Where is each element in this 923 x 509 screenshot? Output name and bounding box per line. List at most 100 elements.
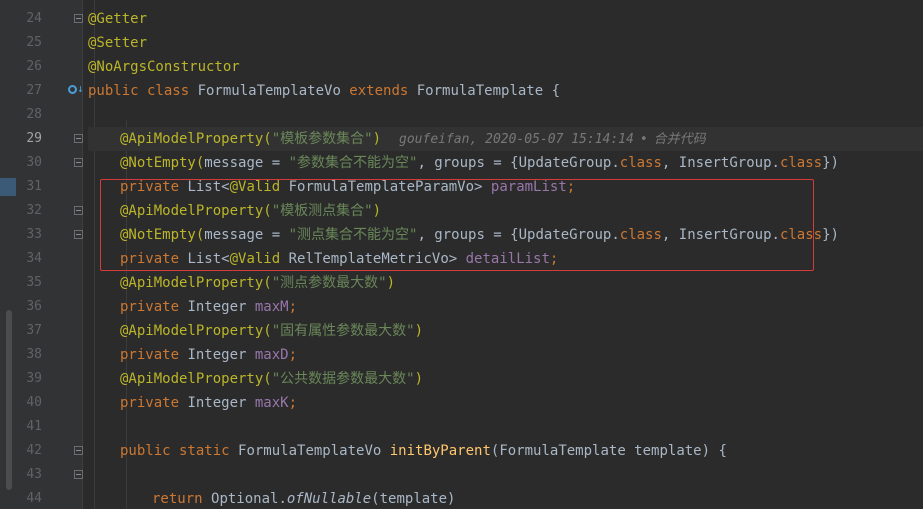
param: message = <box>204 155 289 171</box>
text: , InsertGroup. <box>661 155 780 171</box>
code-line-26[interactable]: @NoArgsConstructor <box>88 55 923 79</box>
keyword: private <box>120 395 188 411</box>
fold-marker-icon[interactable] <box>74 206 83 215</box>
annotation: @Setter <box>88 35 148 51</box>
line-number-gutter: 24 25 26 27 28 29 30 31 32 33 34 35 36 3… <box>16 0 84 509</box>
text: , groups = { <box>417 155 519 171</box>
string-literal: "模板参数集合" <box>271 131 373 147</box>
args: (template) <box>371 491 456 507</box>
semicolon: ; <box>288 299 298 315</box>
code-line-28[interactable] <box>88 103 923 127</box>
fold-marker-icon[interactable] <box>74 470 83 479</box>
fold-marker-icon[interactable] <box>74 158 83 167</box>
implementation-gutter-icon[interactable] <box>68 85 77 94</box>
code-line-38[interactable]: private Integer maxD; <box>88 343 923 367</box>
text: }) <box>822 227 839 243</box>
annotation: @ApiModelProperty( <box>120 131 272 147</box>
fold-marker-icon[interactable] <box>74 14 83 23</box>
line-number: 32 <box>26 203 42 218</box>
field-name: maxM <box>254 299 289 315</box>
line-number: 27 <box>26 83 42 98</box>
code-line-24[interactable]: @Getter <box>88 7 923 31</box>
text: UpdateGroup. <box>518 155 620 171</box>
string-literal: "公共数据参数最大数" <box>271 371 415 387</box>
line-number: 38 <box>26 347 42 362</box>
keyword: public class <box>88 83 198 99</box>
annotation: @ApiModelProperty( <box>120 323 272 339</box>
keyword: return <box>152 491 212 507</box>
annotation: @Getter <box>88 11 148 27</box>
field-name: maxK <box>254 395 289 411</box>
keyword: private <box>120 299 188 315</box>
current-position-marker <box>0 178 16 196</box>
line-number: 41 <box>26 419 42 434</box>
code-line-27[interactable]: public class FormulaTemplateVo extends F… <box>88 79 923 103</box>
text: }) <box>822 155 839 171</box>
keyword: class <box>619 155 662 171</box>
line-number: 37 <box>26 323 42 338</box>
scrollbar-thumb[interactable] <box>6 310 12 490</box>
line-number-current: 29 <box>26 131 42 146</box>
annotation: @NotEmpty( <box>120 155 205 171</box>
code-line-43[interactable] <box>88 463 923 487</box>
code-line-41[interactable] <box>88 415 923 439</box>
line-number: 36 <box>26 299 42 314</box>
fold-marker-icon[interactable] <box>74 446 83 455</box>
method-name: initByParent <box>389 443 491 459</box>
line-number: 33 <box>26 227 42 242</box>
line-number: 34 <box>26 251 42 266</box>
keyword: private <box>120 347 188 363</box>
implementation-arrow-icon[interactable]: ↓ <box>77 83 84 95</box>
code-line-42[interactable]: public static FormulaTemplateVo initByPa… <box>88 439 923 463</box>
line-number: 26 <box>26 59 42 74</box>
brace: { <box>718 443 727 459</box>
line-number: 39 <box>26 371 42 386</box>
semicolon: ; <box>288 347 298 363</box>
line-number: 40 <box>26 395 42 410</box>
code-line-36[interactable]: private Integer maxM; <box>88 295 923 319</box>
class-name: FormulaTemplate <box>416 83 552 99</box>
line-number: 31 <box>26 179 42 194</box>
code-line-30[interactable]: @NotEmpty(message = "参数集合不能为空", groups =… <box>88 151 923 175</box>
type: Integer <box>187 395 255 411</box>
fold-marker-icon[interactable] <box>74 134 83 143</box>
annotation: @NoArgsConstructor <box>88 59 240 75</box>
annotation: ) <box>414 323 424 339</box>
type: FormulaTemplateVo <box>238 443 390 459</box>
git-blame-inlay[interactable]: goufeifan, 2020-05-07 15:14:14 • 合并代码 <box>399 132 706 147</box>
fold-marker-icon[interactable] <box>74 230 83 239</box>
line-number: 44 <box>26 491 42 506</box>
annotation: @ApiModelProperty( <box>120 371 272 387</box>
type: Integer <box>187 347 255 363</box>
line-number: 43 <box>26 467 42 482</box>
annotation: @ApiModelProperty( <box>120 275 272 291</box>
code-line-39[interactable]: @ApiModelProperty("公共数据参数最大数") <box>88 367 923 391</box>
string-literal: "测点参数最大数" <box>271 275 387 291</box>
code-line-25[interactable]: @Setter <box>88 31 923 55</box>
line-number: 42 <box>26 443 42 458</box>
blame-separator: • <box>639 132 648 147</box>
line-number: 25 <box>26 35 42 50</box>
code-line-40[interactable]: private Integer maxK; <box>88 391 923 415</box>
string-literal: "参数集合不能为空" <box>288 155 418 171</box>
code-line-44[interactable]: return Optional.ofNullable(template) <box>88 487 923 509</box>
field-name: maxD <box>254 347 289 363</box>
semicolon: ; <box>288 395 298 411</box>
line-number: 28 <box>26 107 42 122</box>
type: Optional. <box>211 491 287 507</box>
static-method-call: ofNullable <box>286 491 372 507</box>
brace: { <box>551 83 561 99</box>
annotation: ) <box>414 371 424 387</box>
code-line-37[interactable]: @ApiModelProperty("固有属性参数最大数") <box>88 319 923 343</box>
blame-date: 2020-05-07 15:14:14 <box>485 132 634 147</box>
line-number: 30 <box>26 155 42 170</box>
line-number: 24 <box>26 11 42 26</box>
params: (FormulaTemplate template) <box>490 443 719 459</box>
keyword: class <box>779 155 823 171</box>
code-editor[interactable]: 24 25 26 27 28 29 30 31 32 33 34 35 36 3… <box>0 0 923 509</box>
class-name: FormulaTemplateVo <box>197 83 350 99</box>
blame-author: goufeifan <box>399 132 470 147</box>
code-line-29[interactable]: @ApiModelProperty("模板参数集合") goufeifan, 20… <box>88 127 923 151</box>
code-line-35[interactable]: @ApiModelProperty("测点参数最大数") <box>88 271 923 295</box>
annotation: ) <box>386 275 396 291</box>
